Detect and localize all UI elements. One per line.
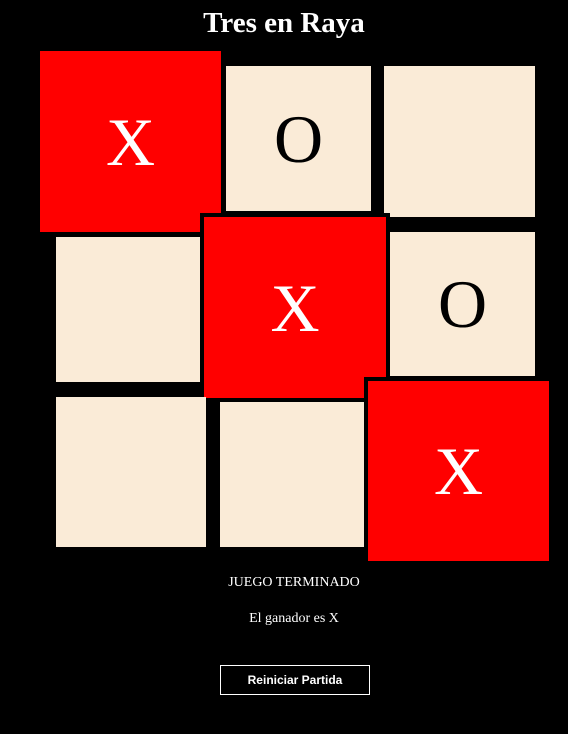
board-cell-7[interactable] (56, 397, 206, 547)
board-cell-9[interactable]: X (364, 377, 553, 565)
board-cell-5[interactable]: X (200, 213, 390, 402)
cell-mark: O (273, 100, 324, 177)
restart-button[interactable]: Reiniciar Partida (220, 665, 370, 695)
board-cell-8[interactable] (220, 402, 364, 547)
winner-message: El ganador es X (249, 611, 339, 626)
cell-mark: X (270, 269, 320, 346)
board-cell-6[interactable]: O (390, 232, 535, 376)
board-cell-3[interactable] (384, 66, 535, 217)
board-cell-2[interactable]: O (226, 66, 371, 211)
board-cell-4[interactable] (56, 237, 200, 382)
cell-mark: X (433, 433, 484, 509)
board-cell-1[interactable]: X (40, 51, 221, 232)
cell-mark: X (105, 103, 156, 180)
game-status: JUEGO TERMINADO (228, 575, 360, 590)
cell-mark: O (437, 266, 488, 342)
